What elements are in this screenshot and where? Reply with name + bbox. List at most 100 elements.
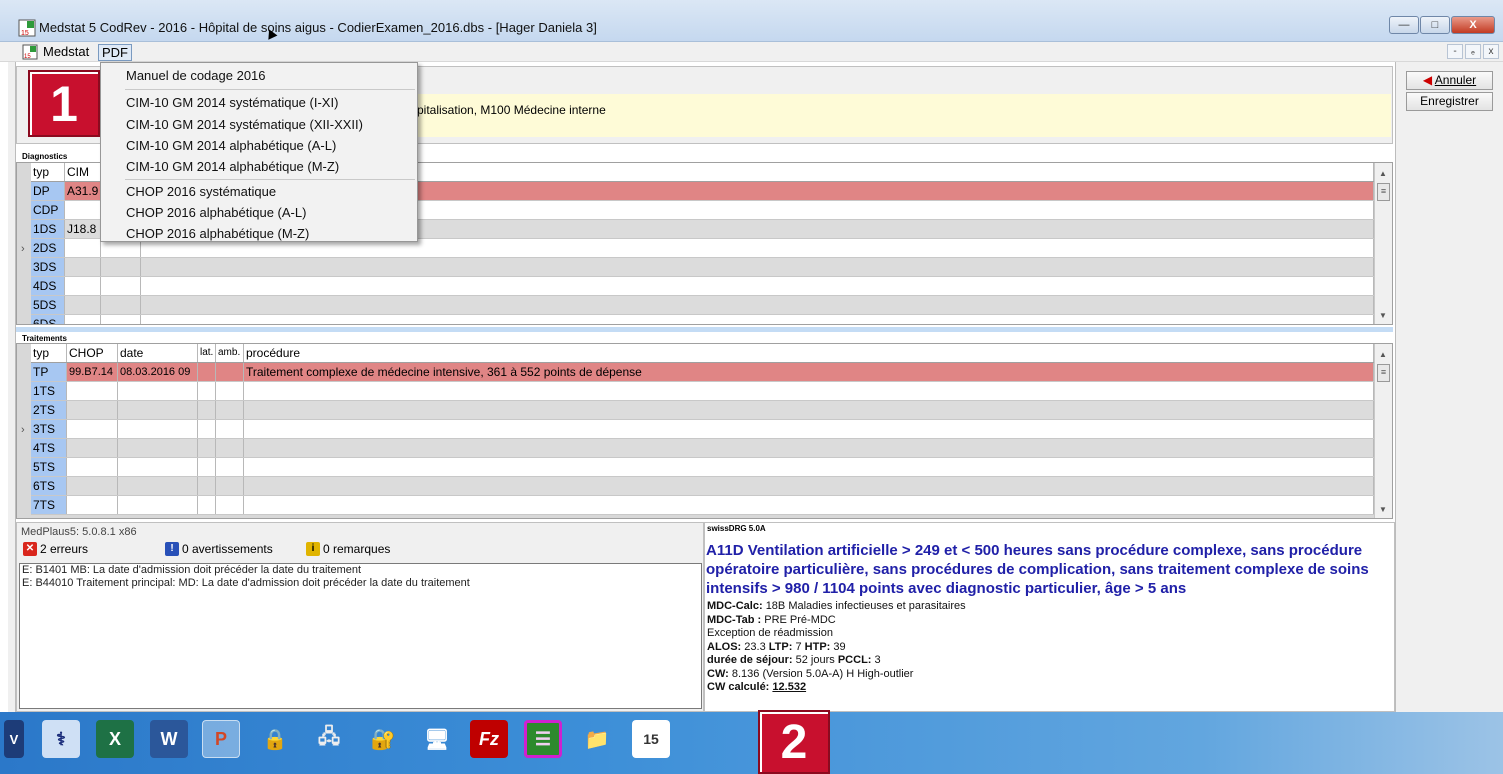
row-cim[interactable]: J18.8 [65,220,101,238]
row-lat[interactable] [198,496,216,514]
row-date[interactable]: 08.03.2016 09 [118,363,198,381]
vpn-lock-icon[interactable]: 🔒 [256,720,294,758]
menu-item-manuel-codage[interactable]: Manuel de codage 2016 [126,68,266,83]
row-amb[interactable] [216,401,244,419]
row-date[interactable] [118,496,198,514]
row-chop[interactable] [67,458,118,476]
excel-icon[interactable]: X [96,720,134,758]
network-icon[interactable]: 🖧 [310,720,348,758]
mdi-restore-button[interactable]: ₑ [1465,44,1481,59]
remote-desktop-icon[interactable]: 🖥 [418,720,456,758]
table-row[interactable]: 5TS [31,458,1374,477]
table-row[interactable]: 7TS [31,496,1374,515]
row-date[interactable] [118,458,198,476]
row-amb[interactable] [216,439,244,457]
menu-item-cim-alpha-mz[interactable]: CIM-10 GM 2014 alphabétique (M-Z) [126,159,339,174]
medplaus-message-list[interactable]: E: B1401 MB: La date d'admission doit pr… [19,563,702,709]
row-chop[interactable] [67,420,118,438]
row-date[interactable] [118,382,198,400]
table-row[interactable]: 4TS [31,439,1374,458]
powerpoint-icon[interactable]: P [202,720,240,758]
row-amb[interactable] [216,382,244,400]
row-date[interactable] [118,401,198,419]
menu-item-chop-alpha-al[interactable]: CHOP 2016 alphabétique (A-L) [126,205,306,220]
row-amb[interactable] [216,496,244,514]
table-row[interactable]: 2TS [31,401,1374,420]
row-cim[interactable] [65,277,101,295]
row-chop[interactable] [67,439,118,457]
row-cim[interactable] [65,201,101,219]
row-lat[interactable] [198,420,216,438]
diagnostics-scrollbar[interactable]: ▲ ≡ ▼ [1374,163,1392,324]
table-row[interactable]: 5DS [31,296,1374,315]
row-cim[interactable] [65,315,101,324]
row-date[interactable] [118,420,198,438]
row-chop[interactable] [67,477,118,495]
padlock-icon[interactable]: 🔐 [364,720,402,758]
row-chop[interactable] [67,382,118,400]
scroll-down-icon[interactable]: ▼ [1379,311,1387,320]
row-lat[interactable] [198,458,216,476]
row-chop[interactable]: 99.B7.14 [67,363,118,381]
scroll-thumb[interactable]: ≡ [1377,364,1390,382]
row-amb[interactable] [216,477,244,495]
row-lat[interactable] [198,382,216,400]
row-cim[interactable] [65,258,101,276]
menu-item-chop-alpha-mz[interactable]: CHOP 2016 alphabétique (M-Z) [126,226,309,241]
table-row[interactable]: 4DS [31,277,1374,296]
filezilla-icon[interactable]: Fz [470,720,508,758]
close-button[interactable]: X [1451,16,1495,34]
minimize-button[interactable]: — [1389,16,1419,34]
menu-medstat[interactable]: Medstat [40,44,92,61]
file-explorer-icon[interactable]: 📁 [578,720,616,758]
word-icon[interactable]: W [150,720,188,758]
traitements-scrollbar[interactable]: ▲ ≡ ▼ [1374,344,1392,518]
row-date[interactable] [118,477,198,495]
list-item[interactable]: E: B44010 Traitement principal: MD: La d… [20,577,701,590]
maximize-button[interactable]: □ [1420,16,1450,34]
row-lat[interactable] [198,363,216,381]
cancel-button[interactable]: ◀ Annuler [1406,71,1493,90]
drg-title: A11D Ventilation artificielle > 249 et <… [706,542,1369,597]
row-amb[interactable] [216,420,244,438]
scroll-thumb[interactable]: ≡ [1377,183,1390,201]
table-row[interactable]: 6DS [31,315,1374,324]
mdi-minimize-button[interactable]: - [1447,44,1463,59]
drg-details: MDC-Calc: 18B Maladies infectieuses et p… [707,600,966,695]
menu-item-chop-syst[interactable]: CHOP 2016 systématique [126,184,276,199]
stack-app-icon[interactable]: ☰ [524,720,562,758]
row-amb[interactable] [216,458,244,476]
menu-item-cim-alpha-al[interactable]: CIM-10 GM 2014 alphabétique (A-L) [126,138,336,153]
scroll-down-icon[interactable]: ▼ [1379,505,1387,514]
save-button[interactable]: Enregistrer [1406,92,1493,111]
table-row[interactable]: 1TS [31,382,1374,401]
menu-item-cim-syst-2[interactable]: CIM-10 GM 2014 systématique (XII-XXII) [126,117,363,132]
error-count[interactable]: ✕ 2 erreurs [23,542,88,556]
row-cim[interactable] [65,296,101,314]
row-date[interactable] [118,439,198,457]
row-chop[interactable] [67,401,118,419]
taskbar-app-icon[interactable]: V [4,720,24,758]
table-row[interactable]: TP 99.B7.14 08.03.2016 09 Traitement com… [31,363,1374,382]
mdi-close-button[interactable]: x [1483,44,1499,59]
row-lat[interactable] [198,401,216,419]
splitter[interactable] [16,327,1393,332]
table-row[interactable]: 3DS [31,258,1374,277]
table-row[interactable]: 3TS [31,420,1374,439]
menu-pdf[interactable]: PDF [98,44,132,61]
row-cim[interactable]: A31.9 [65,182,101,200]
row-amb[interactable] [216,363,244,381]
medstat-taskbar-icon[interactable]: 15 [632,720,670,758]
menu-item-cim-syst-1[interactable]: CIM-10 GM 2014 systématique (I-XI) [126,95,338,110]
scroll-up-icon[interactable]: ▲ [1379,350,1387,359]
warning-count[interactable]: ! 0 avertissements [165,542,273,556]
row-cim[interactable] [65,239,101,257]
scroll-up-icon[interactable]: ▲ [1379,169,1387,178]
medical-app-icon[interactable]: ⚕ [42,720,80,758]
row-lat[interactable] [198,439,216,457]
row-lat[interactable] [198,477,216,495]
table-row[interactable]: 6TS [31,477,1374,496]
list-item[interactable]: E: B1401 MB: La date d'admission doit pr… [20,564,701,577]
row-chop[interactable] [67,496,118,514]
remark-count[interactable]: i 0 remarques [306,542,390,556]
